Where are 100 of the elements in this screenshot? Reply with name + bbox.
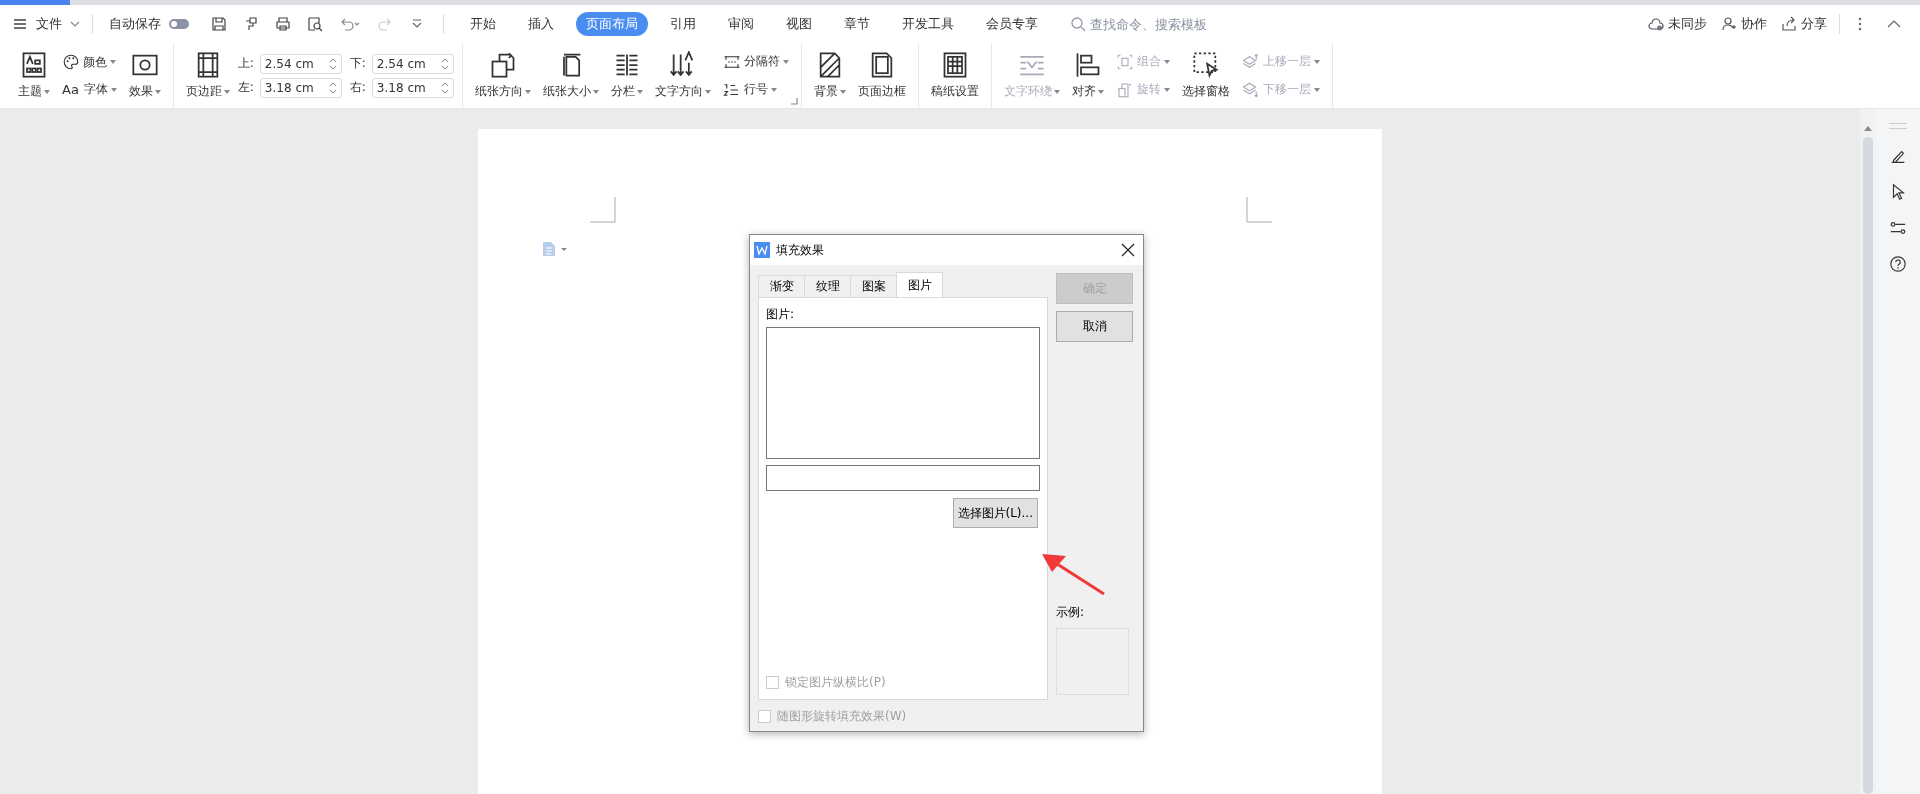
group-icon — [1115, 52, 1134, 71]
margin-label: 上: — [237, 55, 255, 72]
bring-forward-icon — [1241, 52, 1260, 71]
ribbon-button[interactable]: 页边距 — [181, 49, 234, 102]
margin-label: 下: — [349, 55, 367, 72]
spinner-arrows-icon[interactable] — [328, 56, 337, 71]
margin-label: 右: — [349, 79, 367, 96]
spinner-arrows-icon[interactable] — [440, 56, 449, 71]
rotate-icon — [1115, 80, 1134, 99]
caret-icon — [636, 89, 643, 94]
help-icon[interactable] — [1889, 255, 1907, 273]
caret-icon — [223, 89, 230, 94]
panel-handle[interactable] — [1889, 123, 1907, 129]
caret-icon — [839, 89, 846, 94]
dialog-tab[interactable]: 图片 — [896, 272, 943, 297]
ribbon-tab[interactable]: 开发工具 — [892, 12, 964, 36]
picture-label: 图片: — [766, 306, 796, 323]
margin-spinbox[interactable]: 3.18 cm — [371, 77, 454, 98]
theme-icon — [20, 51, 48, 79]
ribbon-button[interactable]: 分栏 — [606, 49, 647, 102]
margin-corner-mark — [1246, 197, 1272, 223]
caret-icon — [1313, 59, 1320, 64]
undo-icon[interactable] — [339, 16, 361, 32]
ribbon-button[interactable]: 背景 — [809, 49, 850, 102]
save-icon[interactable] — [211, 16, 227, 32]
caret-icon — [110, 87, 117, 92]
ribbon-button[interactable]: 选择窗格 — [1177, 49, 1234, 102]
caret-icon — [1163, 87, 1170, 92]
caret-icon — [704, 89, 711, 94]
file-name-field[interactable] — [766, 465, 1040, 491]
sync-button[interactable]: 未同步 — [1648, 15, 1707, 33]
select-picture-button[interactable]: 选择图片(L)... — [952, 498, 1038, 528]
send-backward-icon — [1241, 80, 1260, 99]
ribbon-button[interactable]: 对齐 — [1067, 49, 1108, 102]
menu-icon[interactable] — [12, 16, 28, 32]
print-preview-icon[interactable] — [307, 16, 323, 32]
caret-icon[interactable] — [70, 19, 80, 29]
caret-icon — [782, 59, 789, 64]
ribbon-button[interactable]: 主题 — [14, 49, 54, 102]
checkbox-label: 随图形旋转填充效果(W) — [777, 708, 907, 725]
caret-icon — [1053, 89, 1060, 94]
caret-icon — [110, 60, 116, 64]
scroll-up-icon[interactable] — [1864, 125, 1872, 131]
margin-spinbox[interactable]: 3.18 cm — [259, 77, 342, 98]
ribbon-tab[interactable]: 开始 — [460, 12, 506, 36]
caret-icon — [154, 89, 161, 94]
caret-icon — [592, 89, 599, 94]
ribbon-tab[interactable]: 视图 — [776, 12, 822, 36]
margin-spinbox[interactable]: 2.54 cm — [371, 53, 454, 74]
ribbon-button[interactable]: 分隔符 — [722, 52, 789, 71]
ribbon-button[interactable]: 文字方向 — [650, 49, 715, 102]
caret-icon — [44, 89, 50, 94]
palette-icon — [62, 53, 80, 71]
cloud-icon — [1648, 16, 1664, 32]
ribbon-tab[interactable]: 章节 — [834, 12, 880, 36]
dialog-title: 填充效果 — [776, 241, 824, 259]
caret-icon — [1097, 89, 1104, 94]
cancel-button[interactable]: 取消 — [1056, 311, 1133, 342]
dialog-tab[interactable]: 渐变 — [758, 275, 805, 297]
dialog-launcher-icon[interactable] — [789, 97, 798, 105]
sample-label: 示例: — [1056, 604, 1086, 621]
caret-icon — [1313, 87, 1320, 92]
caret-icon — [770, 87, 777, 92]
app-logo-icon — [754, 242, 770, 258]
margin-spinbox[interactable]: 2.54 cm — [259, 53, 342, 74]
add-user-icon — [1721, 16, 1737, 32]
ribbon-tab[interactable]: 插入 — [518, 12, 564, 36]
format-painter-icon[interactable] — [243, 16, 259, 32]
margin-label: 左: — [237, 79, 255, 96]
close-icon[interactable] — [1121, 243, 1135, 257]
collaborate-button[interactable]: 协作 — [1721, 15, 1767, 33]
share-button[interactable]: 分享 — [1781, 15, 1827, 33]
checkbox-label: 锁定图片纵横比(P) — [785, 674, 886, 691]
ribbon-button[interactable]: Aa 字体 — [62, 81, 117, 98]
margin-corner-mark — [590, 197, 616, 223]
spinner-arrows-icon[interactable] — [440, 80, 449, 95]
ribbon-button[interactable]: 行号 — [722, 80, 789, 99]
settings-sliders-icon[interactable] — [1889, 219, 1907, 237]
spinner-arrows-icon[interactable] — [328, 80, 337, 95]
file-menu[interactable]: 文件 — [36, 15, 62, 33]
share-icon — [1781, 16, 1797, 32]
ribbon-button[interactable]: 效果 — [124, 49, 165, 102]
print-icon[interactable] — [275, 16, 291, 32]
ribbon-tab[interactable]: 会员专享 — [976, 12, 1048, 36]
caret-icon — [524, 89, 531, 94]
autosave-toggle[interactable] — [169, 19, 189, 29]
ribbon-button[interactable]: 页面边框 — [853, 49, 910, 102]
ribbon-button[interactable]: 稿纸设置 — [926, 49, 983, 102]
ribbon-button[interactable]: 纸张大小 — [538, 49, 603, 102]
ribbon-tab[interactable]: 审阅 — [718, 12, 764, 36]
search-field[interactable]: 查找命令、搜索模板 — [1070, 15, 1242, 33]
ribbon-tab[interactable]: 引用 — [660, 12, 706, 36]
selection-pane-icon — [1191, 51, 1220, 79]
autosave-label: 自动保存 — [109, 15, 161, 33]
ribbon-button[interactable]: 纸张方向 — [470, 49, 535, 102]
vertical-scrollbar[interactable] — [1860, 109, 1876, 794]
ribbon-button[interactable]: 颜色 — [62, 53, 117, 71]
search-icon — [1070, 16, 1086, 32]
caret-icon — [1163, 59, 1170, 64]
pointer-arrow — [1042, 552, 1106, 596]
